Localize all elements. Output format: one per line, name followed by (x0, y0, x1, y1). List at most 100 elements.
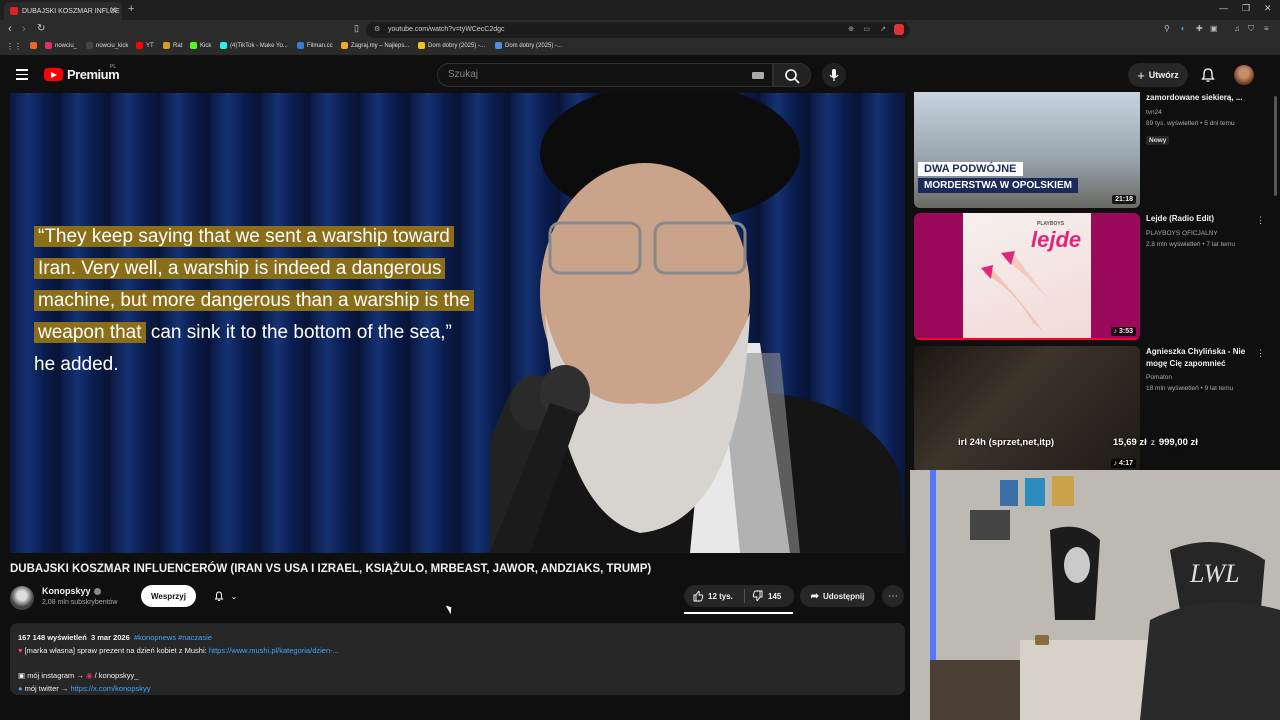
channel-name[interactable]: PLAYBOYS OFICJALNY (1146, 228, 1256, 239)
more-actions-button[interactable]: ⋯ (882, 585, 904, 607)
bookmark-1[interactable]: nowciu_kick (86, 42, 128, 49)
user-avatar[interactable] (1234, 65, 1254, 85)
notifications-button[interactable] (1198, 65, 1218, 85)
search-icon (785, 69, 800, 84)
svg-text:LWL: LWL (1189, 559, 1240, 588)
youtube-logo[interactable]: Premium PL (44, 64, 120, 82)
bookmark-3[interactable]: Rat (163, 42, 182, 49)
recommended-video-1[interactable]: DWA PODWÓJNE MORDERSTWA W OPOLSKIEM 21:1… (914, 92, 1270, 208)
menu-icon[interactable]: ≡ (1264, 24, 1274, 34)
bookmark-2[interactable]: YT (136, 42, 154, 49)
voice-search-button[interactable] (822, 63, 846, 87)
mushi-link[interactable]: https://www.mushi.pl/kategoria/dzien-... (209, 646, 339, 655)
tab-title: DUBAJSKI KOSZMAR INFLUE (22, 7, 120, 15)
channel-avatar[interactable] (10, 586, 34, 610)
close-tab-icon[interactable]: ✕ (109, 5, 117, 16)
camera-emoji-icon: ▣ (18, 671, 26, 681)
keyboard-icon[interactable] (752, 72, 764, 79)
more-options-icon[interactable]: ⋮ (1256, 215, 1265, 226)
description-meta-line: 167 148 wyświetleń 3 mar 2026 #konopnews… (18, 632, 897, 645)
search-button[interactable] (773, 63, 811, 87)
close-window-icon[interactable]: ✕ (1264, 3, 1272, 14)
twitter-link[interactable]: https://x.com/konopskyy (70, 684, 150, 693)
search-input[interactable]: Szukaj (437, 63, 773, 87)
video-title[interactable]: zamordowane siekierą, ... (1146, 92, 1256, 104)
share-page-icon[interactable]: ↗ (880, 22, 886, 38)
channel-name[interactable]: Pomaton (1146, 372, 1256, 383)
upload-date: 3 mar 2026 (90, 633, 130, 642)
extension-2-icon[interactable]: ◖ (1180, 24, 1190, 34)
site-info-icon[interactable]: ⚙ (374, 22, 380, 38)
bookmark-favicon-icon (297, 42, 304, 49)
recommended-video-2[interactable]: PLAYBOYS lejde ♪ 3:53 Lejde (Radio Edit)… (914, 213, 1270, 340)
bookmark-7[interactable]: Zagraj.my – Najleps... (341, 42, 409, 49)
video-thumbnail[interactable]: PLAYBOYS lejde ♪ 3:53 (914, 213, 1140, 340)
bookmark-8[interactable]: Dom dobry (2025) -... (418, 42, 485, 49)
recommended-video-3[interactable]: ♪ 4:17 Agnieszka Chylińska - Nie mogę Ci… (914, 346, 1270, 472)
youtube-header: Premium PL Szukaj + Utwórz (0, 57, 1280, 93)
hamburger-menu-icon[interactable] (16, 69, 28, 80)
subscription-notifications-button[interactable]: ⌄ (203, 585, 247, 607)
microphone-icon (829, 69, 839, 81)
plus-icon: + (1137, 67, 1145, 83)
video-title[interactable]: Agnieszka Chylińska - Nie mogę Cię zapom… (1146, 346, 1256, 369)
like-button[interactable]: 12 tys. (692, 585, 733, 607)
extension-icon[interactable]: ⚲ (1164, 24, 1174, 34)
bookmarks-bar: ⋮⋮ nowciu_ nowciu_kick YT Rat Kick (4)Ti… (0, 40, 1280, 56)
bookmark-0[interactable]: nowciu_ (45, 42, 77, 49)
bookmark-favicon-icon (163, 42, 170, 49)
bookmark-4[interactable]: Kick (190, 42, 211, 49)
divider (744, 589, 745, 603)
bookmark-6[interactable]: Filman.cc (297, 42, 333, 49)
bookmark-favicon-icon (45, 42, 52, 49)
browser-tab[interactable]: DUBAJSKI KOSZMAR INFLUE ✕ (4, 2, 122, 20)
bookmark-favicon-icon (341, 42, 348, 49)
restore-icon[interactable]: ❐ (1242, 3, 1250, 14)
bookmark-rss[interactable] (30, 42, 37, 49)
video-title[interactable]: Lejde (Radio Edit) (1146, 213, 1256, 225)
bookmark-9[interactable]: Dom dobry (2025) -... (495, 42, 562, 49)
bookmark-5[interactable]: (4)TikTok - Make Yo... (220, 42, 288, 49)
extensions-icon[interactable]: ✚ (1196, 24, 1206, 34)
instagram-link[interactable]: ◉ / konopskyy_ (86, 671, 138, 680)
channel-name[interactable]: tvn24 (1146, 107, 1256, 118)
bookmark-page-icon[interactable]: ▯ (354, 23, 359, 34)
sidebar-scrollbar[interactable] (1274, 96, 1277, 196)
minimize-icon[interactable]: — (1219, 3, 1228, 13)
zoom-icon[interactable]: ⊕ (848, 22, 854, 38)
channel-subscribers: 2,08 mln subskrybentów (42, 599, 118, 606)
hashtags[interactable]: #konopnews #naczasie (134, 633, 212, 642)
description-line-1: ♥ [marka własna] spraw prezent na dzień … (18, 645, 897, 658)
bell-icon (1201, 68, 1215, 82)
video-title: DUBAJSKI KOSZMAR INFLUENCERÓW (IRAN VS U… (10, 563, 652, 575)
description-line-2-text: mój instagram → (27, 671, 86, 681)
video-thumbnail[interactable]: DWA PODWÓJNE MORDERSTWA W OPOLSKIEM 21:1… (914, 92, 1140, 208)
video-player[interactable]: “They keep saying that we sent a warship… (10, 93, 905, 553)
share-icon: ➦ (810, 590, 820, 602)
apps-icon[interactable]: ⋮⋮ (6, 42, 22, 51)
sidebar-toggle-icon[interactable]: ▣ (1210, 24, 1220, 34)
forward-icon[interactable]: › (22, 23, 26, 35)
vpn-icon[interactable]: ⛉ (1248, 24, 1258, 34)
more-options-icon[interactable]: ⋮ (1256, 348, 1265, 359)
create-button[interactable]: + Utwórz (1128, 63, 1188, 87)
channel-name: Konopskyy (42, 586, 91, 596)
like-ratio-bar (684, 612, 793, 614)
channel-name-link[interactable]: Konopskyy (42, 586, 101, 596)
brave-shield-icon[interactable] (894, 24, 904, 35)
install-app-icon[interactable]: ▭ (863, 22, 870, 38)
url-field[interactable]: ⚙ youtube.com/watch?v=tyWCecC2dgc ⊕ ▭ ↗ (366, 22, 910, 38)
more-horizontal-icon: ⋯ (888, 590, 898, 602)
webcam-room-scene: LWL (910, 470, 1280, 720)
bell-icon (214, 591, 224, 601)
video-description[interactable]: 167 148 wyświetleń 3 mar 2026 #konopnews… (10, 623, 905, 695)
support-button[interactable]: Wesprzyj (141, 585, 196, 607)
reload-icon[interactable]: ↻ (37, 23, 45, 34)
back-icon[interactable]: ‹ (8, 23, 12, 35)
new-badge: Nowy (1146, 135, 1170, 145)
share-button[interactable]: ➦ Udostępnij (800, 585, 875, 607)
video-thumbnail[interactable]: ♪ 4:17 (914, 346, 1140, 472)
media-icon[interactable]: ♫ (1234, 24, 1244, 34)
dislike-button[interactable]: 145 (752, 585, 781, 607)
new-tab-icon[interactable]: + (128, 3, 134, 15)
